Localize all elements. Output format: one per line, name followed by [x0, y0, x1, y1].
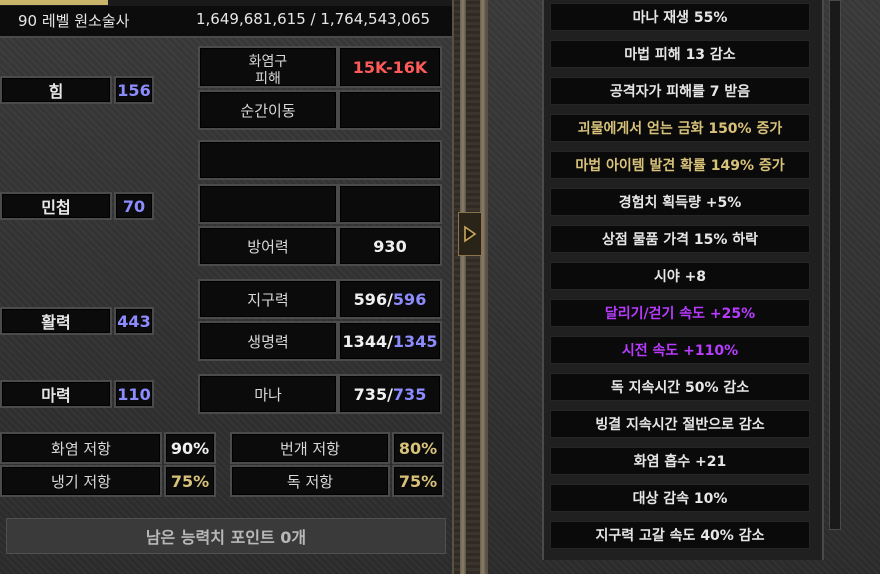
mana-value: 735/735 [338, 374, 442, 414]
stat-text: 화염 흡수 +21 [633, 454, 727, 470]
secondary-skill-value [338, 90, 442, 130]
stat-row: 괴물에게서 얻는 금화 150% 증가 [550, 114, 810, 142]
level-class-label: 90 레벨 원소술사 [18, 12, 130, 30]
stat-row: 마법 아이템 발견 확률 149% 증가 [550, 151, 810, 179]
empty-stat-box [198, 140, 442, 180]
attribute-strength[interactable]: 힘 [0, 76, 112, 104]
panel-toggle-button[interactable] [458, 212, 482, 256]
stat-text: 상점 물품 가격 15% 하락 [601, 232, 759, 248]
empty-stat-box [198, 184, 338, 224]
poison-resist-label: 독 저항 [230, 465, 390, 497]
stat-text: 독 지속시간 50% 감소 [610, 380, 750, 396]
mana-max: 735 [392, 384, 427, 404]
stat-row: 대상 감속 10% [550, 484, 810, 512]
stat-text: 마법 아이템 발견 확률 149% 증가 [575, 158, 785, 174]
panel-divider [452, 0, 488, 574]
stat-row: 화염 흡수 +21 [550, 447, 810, 475]
stat-points-footer: 남은 능력치 포인트 0개 [6, 518, 446, 554]
attribute-vitality[interactable]: 활력 [0, 307, 112, 335]
stat-text: 달리기/걷기 속도 +25% [604, 306, 756, 322]
stat-row: 경험치 획득량 +5% [550, 188, 810, 216]
attribute-value: 110 [114, 380, 154, 408]
stat-text: 시전 속도 +110% [621, 343, 739, 359]
triangle-right-icon [464, 225, 477, 243]
attribute-label: 민첩 [41, 198, 71, 217]
stat-text: 시야 +8 [653, 269, 707, 285]
stat-row: 지구력 고갈 속도 40% 감소 [550, 521, 810, 549]
cold-resist-label: 냉기 저항 [0, 465, 162, 497]
life-max: 1345 [392, 331, 438, 351]
mana-current: 735 [353, 384, 388, 404]
mana-label: 마나 [198, 374, 338, 414]
stat-row: 달리기/걷기 속도 +25% [550, 299, 810, 327]
stat-row: 시야 +8 [550, 262, 810, 290]
cold-resist-value: 75% [164, 465, 216, 497]
defense-label: 방어력 [198, 226, 338, 266]
character-stats-panel: 90 레벨 원소술사 1,649,681,615 / 1,764,543,065… [0, 0, 452, 574]
lightning-resist-value: 80% [392, 432, 444, 464]
fire-resist-value: 90% [164, 432, 216, 464]
stat-text: 지구력 고갈 속도 40% 감소 [595, 528, 765, 544]
stat-text: 괴물에게서 얻는 금화 150% 증가 [577, 121, 783, 137]
stamina-value: 596/596 [338, 279, 442, 319]
lightning-resist-label: 번개 저항 [230, 432, 390, 464]
stat-text: 마법 피해 13 감소 [624, 47, 736, 63]
attribute-value: 443 [114, 307, 154, 335]
stat-text: 공격자가 피해를 7 받음 [609, 84, 751, 100]
fire-resist-label: 화염 저항 [0, 432, 162, 464]
stamina-max: 596 [392, 289, 427, 309]
stat-row: 빙결 지속시간 절반으로 감소 [550, 410, 810, 438]
remaining-points-label: 남은 능력치 포인트 0개 [145, 528, 307, 547]
empty-stat-box [338, 184, 442, 224]
stamina-label: 지구력 [198, 279, 338, 319]
attribute-label: 힘 [48, 82, 64, 101]
experience-bar-fill [0, 0, 108, 5]
stat-row: 상점 물품 가격 15% 하락 [550, 225, 810, 253]
attribute-value: 70 [114, 192, 154, 220]
divider-rail [460, 0, 466, 574]
stat-row: 마나 재생 55% [550, 3, 810, 31]
attribute-dexterity[interactable]: 민첩 [0, 192, 112, 220]
secondary-skill-label[interactable]: 순간이동 [198, 90, 338, 130]
stamina-current: 596 [353, 289, 388, 309]
experience-bar [0, 0, 452, 6]
stat-text: 경험치 획득량 +5% [618, 195, 742, 211]
attribute-value: 156 [114, 76, 154, 104]
life-value: 1344/1345 [338, 321, 442, 361]
life-current: 1344 [342, 331, 388, 351]
life-label: 생명력 [198, 321, 338, 361]
skill-damage-value: 15K-16K [338, 46, 442, 88]
stat-row: 시전 속도 +110% [550, 336, 810, 364]
skill-label-line2: 피해 [255, 71, 281, 87]
stat-text: 대상 감속 10% [632, 491, 728, 507]
stat-text: 마나 재생 55% [632, 10, 728, 26]
skill-label-box[interactable]: 화염구 피해 [198, 46, 338, 88]
scrollbar-track[interactable] [829, 0, 841, 530]
attribute-label: 마력 [41, 386, 71, 405]
stat-row: 마법 피해 13 감소 [550, 40, 810, 68]
stat-row: 공격자가 피해를 7 받음 [550, 77, 810, 105]
attribute-label: 활력 [41, 313, 71, 332]
defense-value: 930 [338, 226, 442, 266]
attribute-energy[interactable]: 마력 [0, 380, 112, 408]
stat-text: 빙결 지속시간 절반으로 감소 [595, 417, 765, 433]
divider-rail [480, 0, 486, 574]
experience-label: 1,649,681,615 / 1,764,543,065 [196, 10, 431, 28]
stat-row: 독 지속시간 50% 감소 [550, 373, 810, 401]
poison-resist-value: 75% [392, 465, 444, 497]
